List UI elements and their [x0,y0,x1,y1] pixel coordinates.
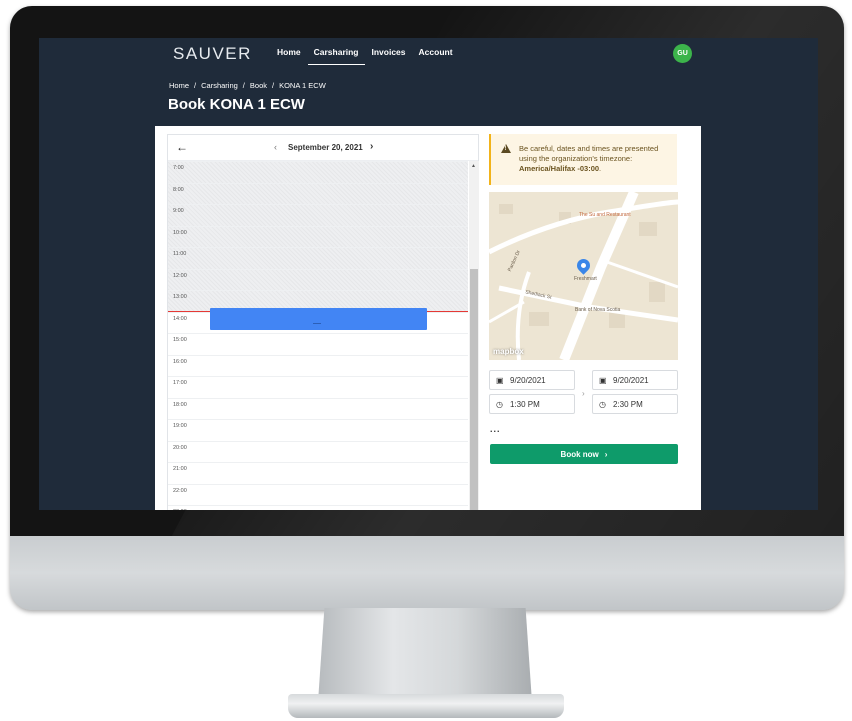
hour-label: 19:00 [173,423,187,429]
breadcrumb-book[interactable]: Book [250,81,267,90]
hour-row[interactable]: 11:00 [168,247,468,269]
calendar-scrollbar[interactable]: ▲ [469,161,479,510]
hour-row[interactable]: 9:00 [168,204,468,226]
hour-row[interactable]: 8:00 [168,182,468,205]
calendar-header: ← ‹ September 20, 2021 › [168,135,478,161]
warning-timezone: America/Halifax -03:00 [519,164,600,173]
nav-carsharing[interactable]: Carsharing [307,47,365,65]
breadcrumb-home[interactable]: Home [169,81,189,90]
end-time-value: 2:30 PM [613,400,643,409]
main-nav: Home Carsharing Invoices Account [277,47,466,65]
calendar-grid[interactable]: 7:00 8:00 9:00 10:00 11:00 12:00 13:00 14:00 15:… [168,161,468,510]
hour-row[interactable]: 12:00 [168,268,468,291]
end-time-field[interactable]: ◷ 2:30 PM [592,394,678,414]
hour-label: 15:00 [173,337,187,343]
more-options[interactable]: ... [490,424,501,434]
monitor-neck [318,608,532,702]
breadcrumb-separator: / [242,81,245,90]
start-date-field[interactable]: ▣ 9/20/2021 [489,370,575,390]
hour-label: 20:00 [173,444,187,451]
map-label-bank: Bank of Nova Scotia [575,307,621,313]
hour-row[interactable]: 23:00 [168,505,468,510]
mapbox-logo[interactable]: mapbox [493,347,524,356]
hour-row[interactable]: 18:00 [168,397,468,420]
next-day-icon[interactable]: › [370,141,373,152]
hour-row[interactable]: 17:00 [168,376,468,398]
page-title: Book KONA 1 ECW [168,96,305,113]
scroll-thumb[interactable] [470,269,478,510]
hour-label: 11:00 [173,251,187,257]
start-time-value: 1:30 PM [510,400,540,409]
monitor-chin [10,536,844,610]
hour-label: 13:00 [173,294,187,300]
hour-label: 22:00 [173,487,187,494]
hour-label: 12:00 [173,272,187,279]
hour-row[interactable]: 19:00 [168,419,468,441]
hour-row[interactable]: 15:00 [168,333,468,355]
nav-invoices[interactable]: Invoices [372,47,406,65]
chevron-right-icon: › [604,449,608,459]
scroll-up-icon[interactable]: ▲ [471,163,476,169]
hour-label: 23:00 [173,509,187,510]
map-label-restaurant: The Su and Restaurant [579,212,631,218]
start-date-value: 9/20/2021 [510,376,546,385]
breadcrumb: Home / Carsharing / Book / KONA 1 ECW [169,81,326,90]
hour-label: 7:00 [173,165,184,171]
calendar-date: September 20, 2021 [288,143,363,152]
hour-row[interactable]: 7:00 [168,161,468,183]
nav-home[interactable]: Home [277,47,301,65]
hour-label: 21:00 [173,466,187,472]
hour-row[interactable]: 20:00 [168,440,468,463]
warning-text: Be careful, dates and times are presente… [519,144,659,173]
breadcrumb-current: KONA 1 ECW [279,81,326,90]
location-map[interactable]: The Su and Restaurant Freshmart Bank of … [489,192,678,360]
app-logo[interactable]: SAUVER [173,44,252,64]
app-screen: SAUVER Home Carsharing Invoices Account … [39,38,818,510]
breadcrumb-separator: / [194,81,197,90]
end-date-field[interactable]: ▣ 9/20/2021 [592,370,678,390]
hour-row[interactable]: 16:00 [168,354,468,377]
hour-label: 9:00 [173,208,184,214]
hour-label: 10:00 [173,229,187,236]
previous-day-icon[interactable]: ‹ [274,142,277,152]
booking-event[interactable] [210,308,427,330]
hour-label: 14:00 [173,315,187,322]
main-content: ← ‹ September 20, 2021 › 7:00 8:00 9:00 10:… [155,126,701,510]
timezone-warning: Be careful, dates and times are presente… [489,134,677,185]
map-label-freshmart: Freshmart [574,276,597,282]
hour-label: 8:00 [173,186,184,193]
hour-row[interactable]: 21:00 [168,462,468,484]
hour-label: 17:00 [173,380,187,386]
event-resize-handle[interactable] [313,323,321,324]
warning-icon [501,144,511,153]
hour-label: 16:00 [173,358,187,365]
end-date-value: 9/20/2021 [613,376,649,385]
breadcrumb-separator: / [272,81,275,90]
hour-row[interactable]: 10:00 [168,225,468,248]
breadcrumb-carsharing[interactable]: Carsharing [201,81,238,90]
hour-label: 18:00 [173,401,187,408]
book-now-button[interactable]: Book now › [490,444,678,464]
nav-account[interactable]: Account [419,47,453,65]
hour-row[interactable]: 22:00 [168,483,468,506]
monitor-foot [288,694,564,718]
range-arrow-icon: › [582,389,585,398]
calendar-icon: ▣ [599,376,607,385]
back-arrow-icon[interactable]: ← [176,140,188,154]
day-calendar: ← ‹ September 20, 2021 › 7:00 8:00 9:00 10:… [167,134,479,510]
start-time-field[interactable]: ◷ 1:30 PM [489,394,575,414]
clock-icon: ◷ [599,400,606,409]
user-avatar[interactable]: GU [673,44,692,63]
book-now-label: Book now [560,449,599,459]
calendar-icon: ▣ [496,376,504,385]
clock-icon: ◷ [496,400,503,409]
